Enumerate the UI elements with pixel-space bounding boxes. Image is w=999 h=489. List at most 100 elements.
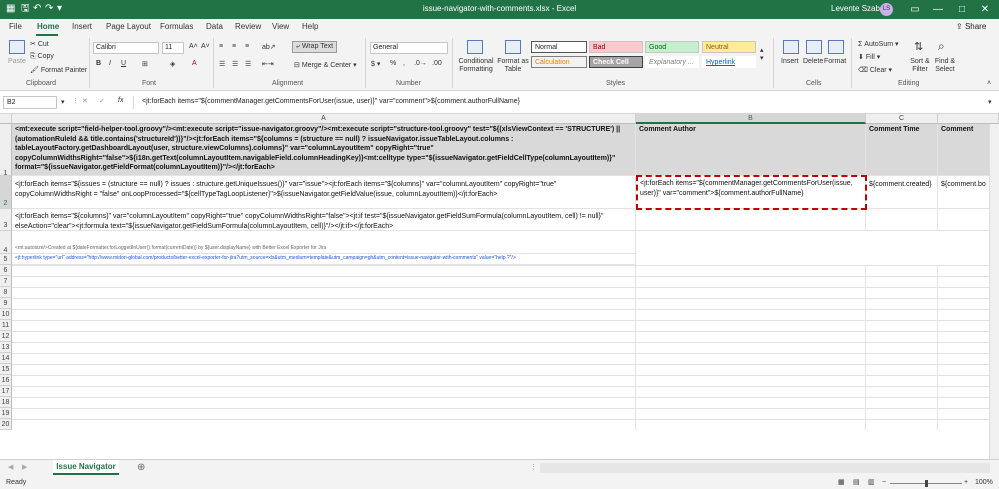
- user-name[interactable]: Levente Szabo: [831, 4, 884, 13]
- orientation-icon[interactable]: ab↗: [262, 43, 276, 51]
- align-left-icon[interactable]: ☰: [219, 60, 225, 68]
- number-format-select[interactable]: General: [370, 42, 448, 54]
- style-hyperlink[interactable]: Hyperlink: [702, 56, 756, 68]
- format-as-table-icon[interactable]: [505, 40, 521, 54]
- tab-page-layout[interactable]: Page Layout: [106, 22, 151, 31]
- insert-function-icon[interactable]: fx: [118, 97, 123, 104]
- tab-insert[interactable]: Insert: [72, 22, 92, 31]
- cell-c3[interactable]: [866, 209, 938, 231]
- row-header[interactable]: 16: [0, 375, 12, 386]
- fill-color-icon[interactable]: ◈: [170, 60, 175, 68]
- format-cells-icon[interactable]: [828, 40, 844, 54]
- format-as-table-button[interactable]: Format as Table: [497, 58, 529, 74]
- cancel-entry-icon[interactable]: ✕: [82, 97, 88, 105]
- conditional-formatting-icon[interactable]: [467, 40, 483, 54]
- wrap-text-button[interactable]: ⤶ Wrap Text: [292, 41, 338, 53]
- percent-icon[interactable]: %: [390, 60, 396, 67]
- font-size-select[interactable]: 11: [162, 42, 184, 54]
- row-header[interactable]: 3: [0, 209, 12, 231]
- delete-cells-button[interactable]: Delete: [803, 58, 823, 65]
- next-sheet-icon[interactable]: ▶: [22, 463, 27, 471]
- style-check-cell[interactable]: Check Cell: [589, 56, 643, 68]
- tab-view[interactable]: View: [272, 22, 289, 31]
- row-header[interactable]: 2: [0, 176, 12, 209]
- row-header[interactable]: 20: [0, 419, 12, 430]
- styles-gallery-more-icon[interactable]: ▴ ▾: [760, 46, 764, 62]
- row-header[interactable]: 1: [0, 124, 12, 177]
- tab-file[interactable]: File: [9, 22, 22, 31]
- format-painter-button[interactable]: 🖌 Format Painter: [30, 66, 87, 74]
- add-sheet-icon[interactable]: ⊕: [137, 462, 145, 473]
- column-header-c[interactable]: C: [866, 114, 938, 124]
- align-right-icon[interactable]: ☰: [245, 60, 251, 68]
- prev-sheet-icon[interactable]: ◀: [8, 463, 13, 471]
- share-button[interactable]: ⇪ Share: [956, 22, 986, 31]
- row-header[interactable]: 5: [0, 254, 12, 265]
- row-header[interactable]: 17: [0, 386, 12, 397]
- tab-formulas[interactable]: Formulas: [160, 22, 193, 31]
- row-header[interactable]: 18: [0, 397, 12, 408]
- shrink-font-icon[interactable]: A˅: [201, 43, 210, 50]
- find-select-button[interactable]: Find & Select: [931, 58, 959, 74]
- paste-icon[interactable]: [9, 40, 25, 54]
- row-header[interactable]: 10: [0, 309, 12, 320]
- page-layout-view-icon[interactable]: ▤: [853, 477, 860, 489]
- indent-icon[interactable]: ⇤⇥: [262, 60, 274, 68]
- cell-b1[interactable]: Comment Author: [636, 124, 866, 176]
- underline-icon[interactable]: U: [121, 60, 126, 67]
- horizontal-scrollbar[interactable]: [540, 463, 990, 473]
- copy-button[interactable]: ⎘ Copy: [30, 53, 54, 61]
- name-box-dropdown-icon[interactable]: ▾: [61, 98, 65, 106]
- cell-c1[interactable]: Comment Time: [866, 124, 938, 176]
- row-header[interactable]: 12: [0, 331, 12, 342]
- row-header[interactable]: 8: [0, 287, 12, 298]
- font-name-select[interactable]: Calibri: [93, 42, 159, 54]
- font-color-icon[interactable]: A: [192, 60, 197, 67]
- cell-c2[interactable]: ${comment.created}: [866, 176, 938, 209]
- zoom-slider-thumb[interactable]: [925, 480, 928, 487]
- select-all-corner[interactable]: [0, 114, 12, 124]
- row-header[interactable]: 9: [0, 298, 12, 309]
- fill-button[interactable]: ⬇ Fill ▾: [858, 53, 880, 61]
- row-header[interactable]: 7: [0, 276, 12, 287]
- row-header[interactable]: 14: [0, 353, 12, 364]
- insert-cells-button[interactable]: Insert: [781, 58, 799, 65]
- decrease-decimal-icon[interactable]: .00: [432, 60, 442, 67]
- style-explanatory[interactable]: Explanatory ...: [645, 56, 699, 68]
- sort-filter-icon[interactable]: ⇅: [914, 40, 923, 53]
- sort-filter-button[interactable]: Sort & Filter: [906, 58, 934, 74]
- zoom-level[interactable]: 100%: [975, 477, 993, 489]
- tab-review[interactable]: Review: [235, 22, 261, 31]
- close-icon[interactable]: ✕: [971, 1, 999, 18]
- cell-b3[interactable]: [636, 209, 866, 231]
- align-top-icon[interactable]: ≡: [219, 43, 223, 50]
- tab-data[interactable]: Data: [206, 22, 223, 31]
- delete-cells-icon[interactable]: [806, 40, 822, 54]
- split-handle-icon[interactable]: ⋮: [530, 463, 537, 471]
- merge-center-button[interactable]: ⊟ Merge & Center ▾: [294, 61, 357, 69]
- expand-formula-bar-icon[interactable]: ▾: [988, 98, 992, 106]
- increase-decimal-icon[interactable]: .0→: [414, 60, 427, 67]
- column-header-a[interactable]: A: [12, 114, 636, 124]
- currency-icon[interactable]: $ ▾: [371, 60, 380, 68]
- zoom-in-icon[interactable]: +: [964, 477, 968, 489]
- bold-icon[interactable]: B: [96, 60, 101, 67]
- italic-icon[interactable]: I: [109, 60, 111, 67]
- autosum-button[interactable]: Σ AutoSum ▾: [858, 40, 899, 48]
- paste-button[interactable]: Paste: [8, 58, 26, 65]
- style-calculation[interactable]: Calculation: [531, 56, 587, 68]
- clear-button[interactable]: ⌫ Clear ▾: [858, 66, 892, 74]
- row-header[interactable]: 15: [0, 364, 12, 375]
- name-box[interactable]: B2: [3, 96, 57, 109]
- cell-a5[interactable]: <jt:hyperlink type="url" address="http:/…: [12, 254, 636, 265]
- row-header[interactable]: 4: [0, 231, 12, 254]
- style-bad[interactable]: Bad: [589, 41, 643, 53]
- comma-icon[interactable]: ,: [403, 60, 405, 67]
- page-break-view-icon[interactable]: ▥: [868, 477, 875, 489]
- tab-home[interactable]: Home: [37, 22, 59, 31]
- row-header[interactable]: 13: [0, 342, 12, 353]
- borders-icon[interactable]: ⊞: [142, 60, 148, 68]
- find-select-icon[interactable]: ⌕: [938, 39, 945, 54]
- align-center-icon[interactable]: ☰: [232, 60, 238, 68]
- align-middle-icon[interactable]: ≡: [232, 43, 236, 50]
